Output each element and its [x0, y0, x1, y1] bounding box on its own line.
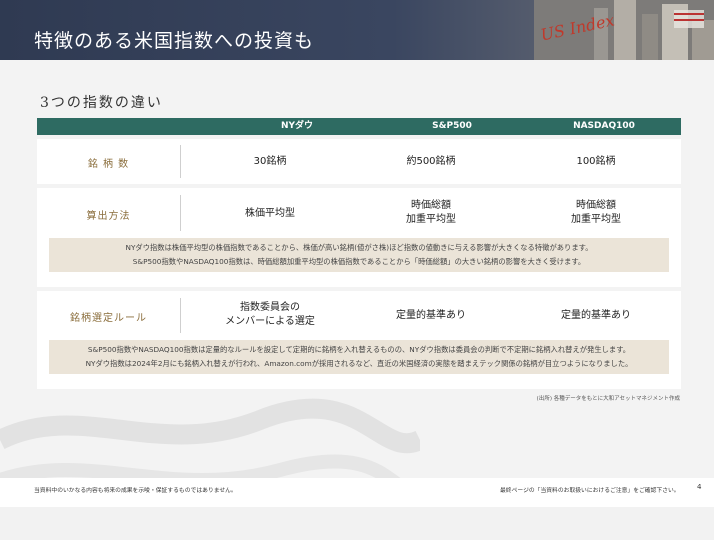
table-cell: 指数委員会の メンバーによる選定	[180, 301, 360, 329]
note-line: NYダウ指数は2024年2月にも銘柄入れ替えが行われ、Amazon.comが採用…	[85, 359, 633, 368]
table-header: NYダウ S&P500 NASDAQ100	[37, 118, 681, 135]
cell-text: 加重平均型	[571, 214, 621, 225]
cell-text: 30銘柄	[253, 156, 287, 167]
row-label: 算出方法	[86, 211, 131, 222]
cell-text: 加重平均型	[406, 214, 456, 225]
cell-text: 100銘柄	[576, 156, 616, 167]
table-cell: 100銘柄	[506, 155, 686, 169]
cell-text: 約500銘柄	[406, 156, 456, 167]
cell-text: 時価総額	[576, 200, 616, 211]
table-row-selection-rule: 銘柄選定ルール 指数委員会の メンバーによる選定 定量的基準あり 定量的基準あり…	[37, 291, 681, 389]
source-note: (出所) 各種データをもとに大和アセットマネジメント作成	[536, 396, 680, 402]
page-number: 4	[697, 483, 702, 491]
page-title: 特徴のある米国指数への投資も	[34, 30, 315, 52]
cell-text: 時価総額	[411, 200, 451, 211]
table-cell: 30銘柄	[180, 155, 360, 169]
note-line: NYダウ指数は株価平均型の株価指数であることから、株価が高い銘柄(値がさ株)ほど…	[125, 243, 593, 252]
column-header-nasdaq100: NASDAQ100	[573, 121, 635, 131]
cell-text: 株価平均型	[245, 208, 295, 219]
note-box: NYダウ指数は株価平均型の株価指数であることから、株価が高い銘柄(値がさ株)ほど…	[49, 238, 669, 272]
disclaimer-text: 当資料中のいかなる内容も将来の成果を示唆・保証するものではありません。	[34, 488, 237, 494]
note-line: S&P500指数やNASDAQ100指数は定量的なルールを設定して定期的に銘柄を…	[87, 345, 631, 354]
row-label: 銘柄選定ルール	[70, 313, 147, 324]
table-row-stock-count: 銘 柄 数 30銘柄 約500銘柄 100銘柄	[37, 139, 681, 184]
table-cell: 時価総額 加重平均型	[506, 199, 686, 227]
note-box: S&P500指数やNASDAQ100指数は定量的なルールを設定して定期的に銘柄を…	[49, 340, 669, 374]
section-title: 3つの指数の違い	[40, 95, 163, 111]
header-banner: 特徴のある米国指数への投資も US Index	[0, 0, 714, 60]
decorative-swirl	[0, 398, 420, 499]
table-cell: 株価平均型	[180, 207, 360, 221]
notice-text: 最終ページの「当資料のお取扱いにおけるご注意」をご確認下さい。	[500, 488, 680, 494]
column-header-nydow: NYダウ	[280, 121, 314, 131]
cell-text: メンバーによる選定	[225, 316, 315, 327]
table-cell: 約500銘柄	[341, 155, 521, 169]
footer: 当資料中のいかなる内容も将来の成果を示唆・保証するものではありません。 最終ペー…	[0, 478, 714, 507]
cell-text: 定量的基準あり	[396, 310, 466, 321]
table-row-calculation-method: 算出方法 株価平均型 時価総額 加重平均型 時価総額 加重平均型 NYダウ指数は…	[37, 188, 681, 287]
row-label: 銘 柄 数	[87, 159, 130, 170]
cell-text: 定量的基準あり	[561, 310, 631, 321]
note-line: S&P500指数やNASDAQ100指数は、時価総額加重平均型の株価指数であるこ…	[132, 257, 586, 266]
table-cell: 時価総額 加重平均型	[341, 199, 521, 227]
table-cell: 定量的基準あり	[506, 309, 686, 323]
cell-text: 指数委員会の	[240, 302, 300, 313]
table-cell: 定量的基準あり	[341, 309, 521, 323]
